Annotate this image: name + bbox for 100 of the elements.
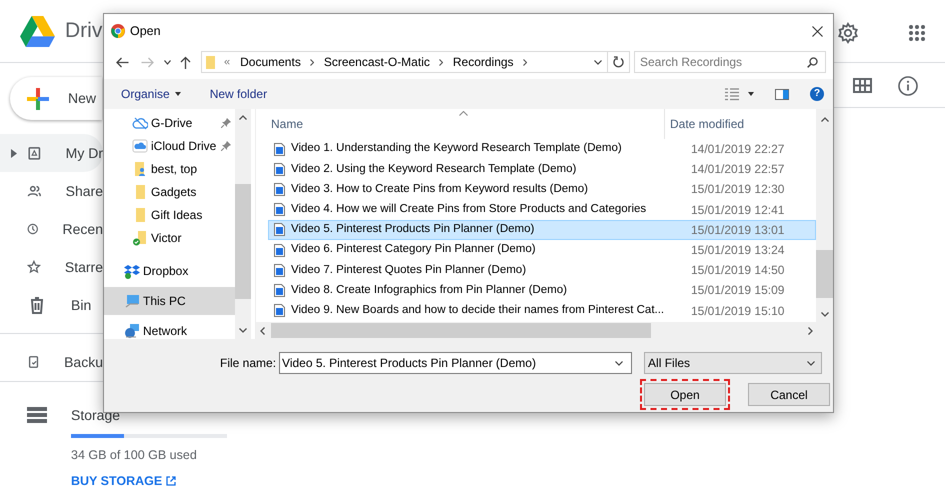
sidebar-item[interactable]: Share xyxy=(0,172,103,210)
address-bar[interactable]: « Documents Screencast-O-Matic Recordings xyxy=(201,51,630,73)
close-icon[interactable] xyxy=(812,26,823,36)
scrollbar-thumb[interactable] xyxy=(271,323,651,338)
chevron-icon xyxy=(438,58,443,66)
video-file-icon xyxy=(274,244,285,257)
file-name: Video 8. Create Infographics from Pin Planner (Demo) xyxy=(291,282,568,298)
horizontal-scrollbar[interactable] xyxy=(256,322,833,339)
file-name: Video 3. How to Create Pins from Keyword results (Demo) xyxy=(291,182,589,197)
file-name: Video 2. Using the Keyword Research Template (Demo) xyxy=(291,162,578,177)
file-name: Video 9. New Boards and how to decide their names from Pinterest Cat... xyxy=(291,302,666,318)
back-arrow-icon[interactable] xyxy=(116,56,129,68)
column-header[interactable]: Name xyxy=(271,115,304,133)
user-folder-icon xyxy=(132,160,148,176)
pc-icon xyxy=(124,293,140,309)
nav-item[interactable]: iCloud Drive xyxy=(104,134,235,157)
sidebar-item[interactable]: Starre xyxy=(0,248,103,286)
nav-item[interactable]: Network xyxy=(104,317,235,339)
help-button[interactable]: ? xyxy=(810,87,824,101)
search-field[interactable]: Search Recordings xyxy=(634,51,826,73)
expand-arrow-icon[interactable] xyxy=(11,148,17,158)
apps-grid-icon[interactable] xyxy=(909,25,925,41)
video-file-icon xyxy=(274,142,285,156)
file-name: Video 5. Pinterest Products Pin Planner (Demo) xyxy=(291,222,536,238)
video-file-icon xyxy=(274,284,285,297)
organise-button[interactable]: Organise xyxy=(121,85,181,103)
app-title: Driv xyxy=(65,18,102,44)
preview-pane-icon[interactable] xyxy=(775,88,789,100)
sidebar-item[interactable]: Bin xyxy=(0,286,103,324)
storage-usage-text: 34 GB of 100 GB used xyxy=(71,447,198,464)
up-arrow-icon[interactable] xyxy=(180,56,191,68)
dropdown-caret-icon[interactable] xyxy=(594,60,602,64)
file-date: 15/01/2019 12:30 xyxy=(691,181,784,198)
plus-icon xyxy=(27,88,49,110)
dropdown-caret-icon[interactable] xyxy=(615,360,624,366)
nav-item[interactable]: Gift Ideas xyxy=(104,203,235,226)
chevron-icon xyxy=(522,58,527,66)
path-overflow-button[interactable]: « xyxy=(224,54,230,70)
file-row[interactable]: Video 4. How we will Create Pins from Store Products and Categories 15/01/2019 12:41 xyxy=(268,200,816,220)
grid-view-icon[interactable] xyxy=(853,78,872,93)
file-row[interactable]: Video 3. How to Create Pins from Keyword results (Demo) 15/01/2019 12:30 xyxy=(268,179,816,200)
scroll-down-icon[interactable] xyxy=(820,312,828,317)
file-name-field[interactable]: Video 5. Pinterest Products Pin Planner (Demo) xyxy=(279,352,632,374)
file-name: Video 6. Pinterest Category Pin Planner (Demo) xyxy=(291,242,537,258)
icloud-icon xyxy=(132,138,148,154)
view-options-icon[interactable] xyxy=(725,88,739,100)
external-link-icon xyxy=(166,476,176,486)
file-row[interactable]: Video 1. Understanding the Keyword Research Template (Demo) 14/01/2019 22:27 xyxy=(268,139,816,160)
pin-icon[interactable] xyxy=(221,118,231,128)
dialog-button[interactable]: Open xyxy=(644,383,726,406)
caret-icon[interactable] xyxy=(748,92,754,96)
browser-logo-icon xyxy=(111,24,125,38)
file-date: 14/01/2019 22:27 xyxy=(691,141,784,158)
file-row[interactable]: Video 9. New Boards and how to decide their names from Pinterest Cat... 15/01/2019 15:10 xyxy=(268,300,816,321)
file-row[interactable]: Video 5. Pinterest Products Pin Planner (Demo) 15/01/2019 13:01 xyxy=(268,220,816,240)
video-file-icon xyxy=(274,264,285,277)
file-row[interactable]: Video 8. Create Infographics from Pin Planner (Demo) 15/01/2019 15:09 xyxy=(268,280,816,300)
settings-icon[interactable] xyxy=(837,22,859,44)
nav-item[interactable]: Dropbox xyxy=(104,257,235,285)
video-file-icon xyxy=(274,162,285,176)
sidebar-item[interactable]: Backu xyxy=(0,343,103,381)
scrollbar-thumb[interactable] xyxy=(816,250,833,298)
file-name: Video 1. Understanding the Keyword Research Template (Demo) xyxy=(291,141,623,156)
new-folder-button[interactable]: New folder xyxy=(210,85,268,103)
file-date: 15/01/2019 13:24 xyxy=(691,242,784,260)
file-row[interactable]: Video 6. Pinterest Category Pin Planner (Demo) 15/01/2019 13:24 xyxy=(268,240,816,260)
scrollbar-thumb[interactable] xyxy=(235,184,251,299)
video-file-icon xyxy=(274,203,285,216)
nav-item[interactable]: best, top xyxy=(104,157,235,180)
column-header[interactable]: Date modified xyxy=(670,115,744,133)
network-icon xyxy=(124,323,140,339)
dialog-button[interactable]: Cancel xyxy=(748,383,830,406)
buy-storage-link[interactable]: BUY STORAGE xyxy=(71,472,176,489)
synced-folder-icon xyxy=(132,230,148,246)
scroll-right-icon[interactable] xyxy=(808,326,813,334)
scroll-up-icon[interactable] xyxy=(820,117,828,122)
folder-icon xyxy=(206,56,215,68)
file-name: Video 7. Pinterest Quotes Pin Planner (Demo) xyxy=(291,262,528,278)
scroll-up-icon[interactable] xyxy=(239,115,247,120)
search-icon xyxy=(807,56,818,68)
nav-item[interactable]: Victor xyxy=(104,226,235,249)
sidebar-item[interactable]: Recen xyxy=(0,210,103,248)
scroll-left-icon[interactable] xyxy=(260,326,265,334)
sidebar-item[interactable]: My Dr xyxy=(0,134,103,172)
dropdown-caret-icon[interactable] xyxy=(164,60,171,64)
file-date: 14/01/2019 22:57 xyxy=(691,161,784,178)
refresh-icon[interactable] xyxy=(613,56,624,68)
breadcrumb-item[interactable]: Screencast-O-Matic xyxy=(324,53,430,71)
breadcrumb-item[interactable]: Recordings xyxy=(452,53,514,71)
breadcrumb-item[interactable]: Documents xyxy=(240,53,301,71)
file-row[interactable]: Video 7. Pinterest Quotes Pin Planner (Demo) 15/01/2019 14:50 xyxy=(268,260,816,280)
file-type-dropdown[interactable]: All Files xyxy=(644,352,822,374)
new-button[interactable]: New xyxy=(10,77,102,120)
nav-item[interactable]: G-Drive xyxy=(104,111,235,134)
file-row[interactable]: Video 2. Using the Keyword Research Template (Demo) 14/01/2019 22:57 xyxy=(268,159,816,180)
nav-item[interactable]: Gadgets xyxy=(104,180,235,203)
pin-icon[interactable] xyxy=(221,140,231,150)
nav-item[interactable]: This PC xyxy=(104,287,235,315)
info-icon[interactable] xyxy=(898,76,918,96)
scroll-down-icon[interactable] xyxy=(239,328,247,333)
